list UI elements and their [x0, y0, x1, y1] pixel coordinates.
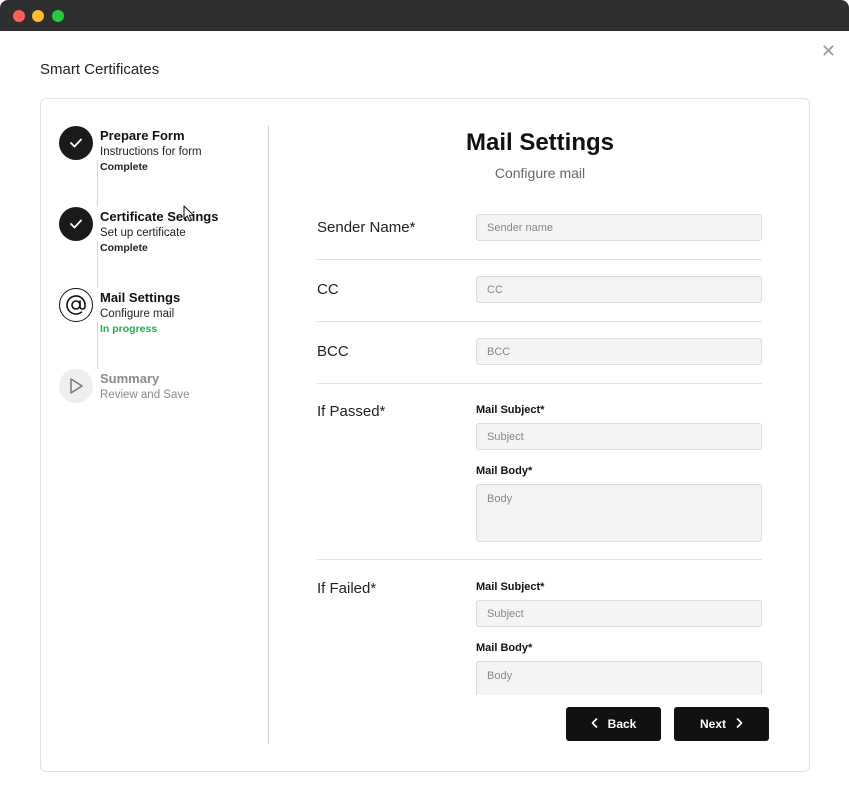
close-icon[interactable]: ✕ — [821, 42, 836, 60]
app-title: Smart Certificates — [40, 61, 160, 78]
at-sign-icon — [59, 288, 93, 322]
step-subtitle: Review and Save — [100, 389, 190, 401]
window-titlebar — [0, 0, 849, 31]
failed-subject-input[interactable] — [476, 600, 762, 627]
chevron-left-icon — [591, 717, 598, 731]
passed-body-textarea[interactable] — [476, 484, 762, 542]
page-subtitle: Configure mail — [494, 165, 586, 181]
step-status: In progress — [100, 323, 158, 335]
section-divider — [317, 383, 762, 384]
next-button[interactable]: Next — [674, 707, 769, 741]
passed-body-label: Mail Body* — [476, 465, 533, 477]
step-status: Complete — [100, 161, 148, 173]
step-subtitle: Set up certificate — [100, 227, 186, 239]
step-title: Prepare Form — [100, 128, 185, 143]
cc-label: CC — [317, 281, 339, 298]
chevron-right-icon — [736, 717, 743, 731]
step-subtitle: Instructions for form — [100, 146, 202, 158]
next-button-label: Next — [699, 717, 726, 731]
section-divider — [317, 321, 762, 322]
mouse-cursor-icon — [183, 205, 194, 222]
bcc-input[interactable] — [476, 338, 762, 365]
back-button[interactable]: Back — [566, 707, 661, 741]
step-title: Summary — [100, 371, 160, 386]
bcc-label: BCC — [317, 343, 349, 360]
window-minimize-dot[interactable] — [32, 10, 44, 22]
window-maximize-dot[interactable] — [52, 10, 64, 22]
failed-subject-label: Mail Subject* — [476, 581, 545, 593]
play-icon — [59, 369, 93, 403]
section-divider — [317, 559, 762, 560]
check-icon — [59, 207, 93, 241]
sender-name-input[interactable] — [476, 214, 762, 241]
failed-body-textarea[interactable] — [476, 661, 762, 695]
failed-body-label: Mail Body* — [476, 642, 533, 654]
panel-divider — [268, 126, 269, 744]
step-title: Mail Settings — [100, 290, 181, 305]
if-passed-label: If Passed* — [317, 403, 386, 420]
step-title: Certificate Settings — [100, 209, 219, 224]
sender-name-label: Sender Name* — [317, 219, 416, 236]
passed-subject-label: Mail Subject* — [476, 404, 545, 416]
step-status: Complete — [100, 242, 148, 254]
page-title: Mail Settings — [465, 129, 615, 156]
step-certificate-settings[interactable]: Certificate Settings Set up certificate … — [59, 207, 259, 277]
if-failed-label: If Failed* — [317, 580, 377, 597]
mail-settings-form: Mail Settings Configure mail Sender Name… — [317, 99, 763, 695]
step-mail-settings[interactable]: Mail Settings Configure mail In progress — [59, 288, 259, 358]
cc-input[interactable] — [476, 276, 762, 303]
check-icon — [59, 126, 93, 160]
step-subtitle: Configure mail — [100, 308, 175, 320]
step-summary[interactable]: Summary Review and Save — [59, 369, 259, 439]
passed-subject-input[interactable] — [476, 423, 762, 450]
wizard-card: Prepare Form Instructions for form Compl… — [40, 98, 810, 772]
window-close-dot[interactable] — [13, 10, 25, 22]
back-button-label: Back — [607, 717, 637, 731]
step-prepare-form[interactable]: Prepare Form Instructions for form Compl… — [59, 126, 259, 196]
section-divider — [317, 259, 762, 260]
